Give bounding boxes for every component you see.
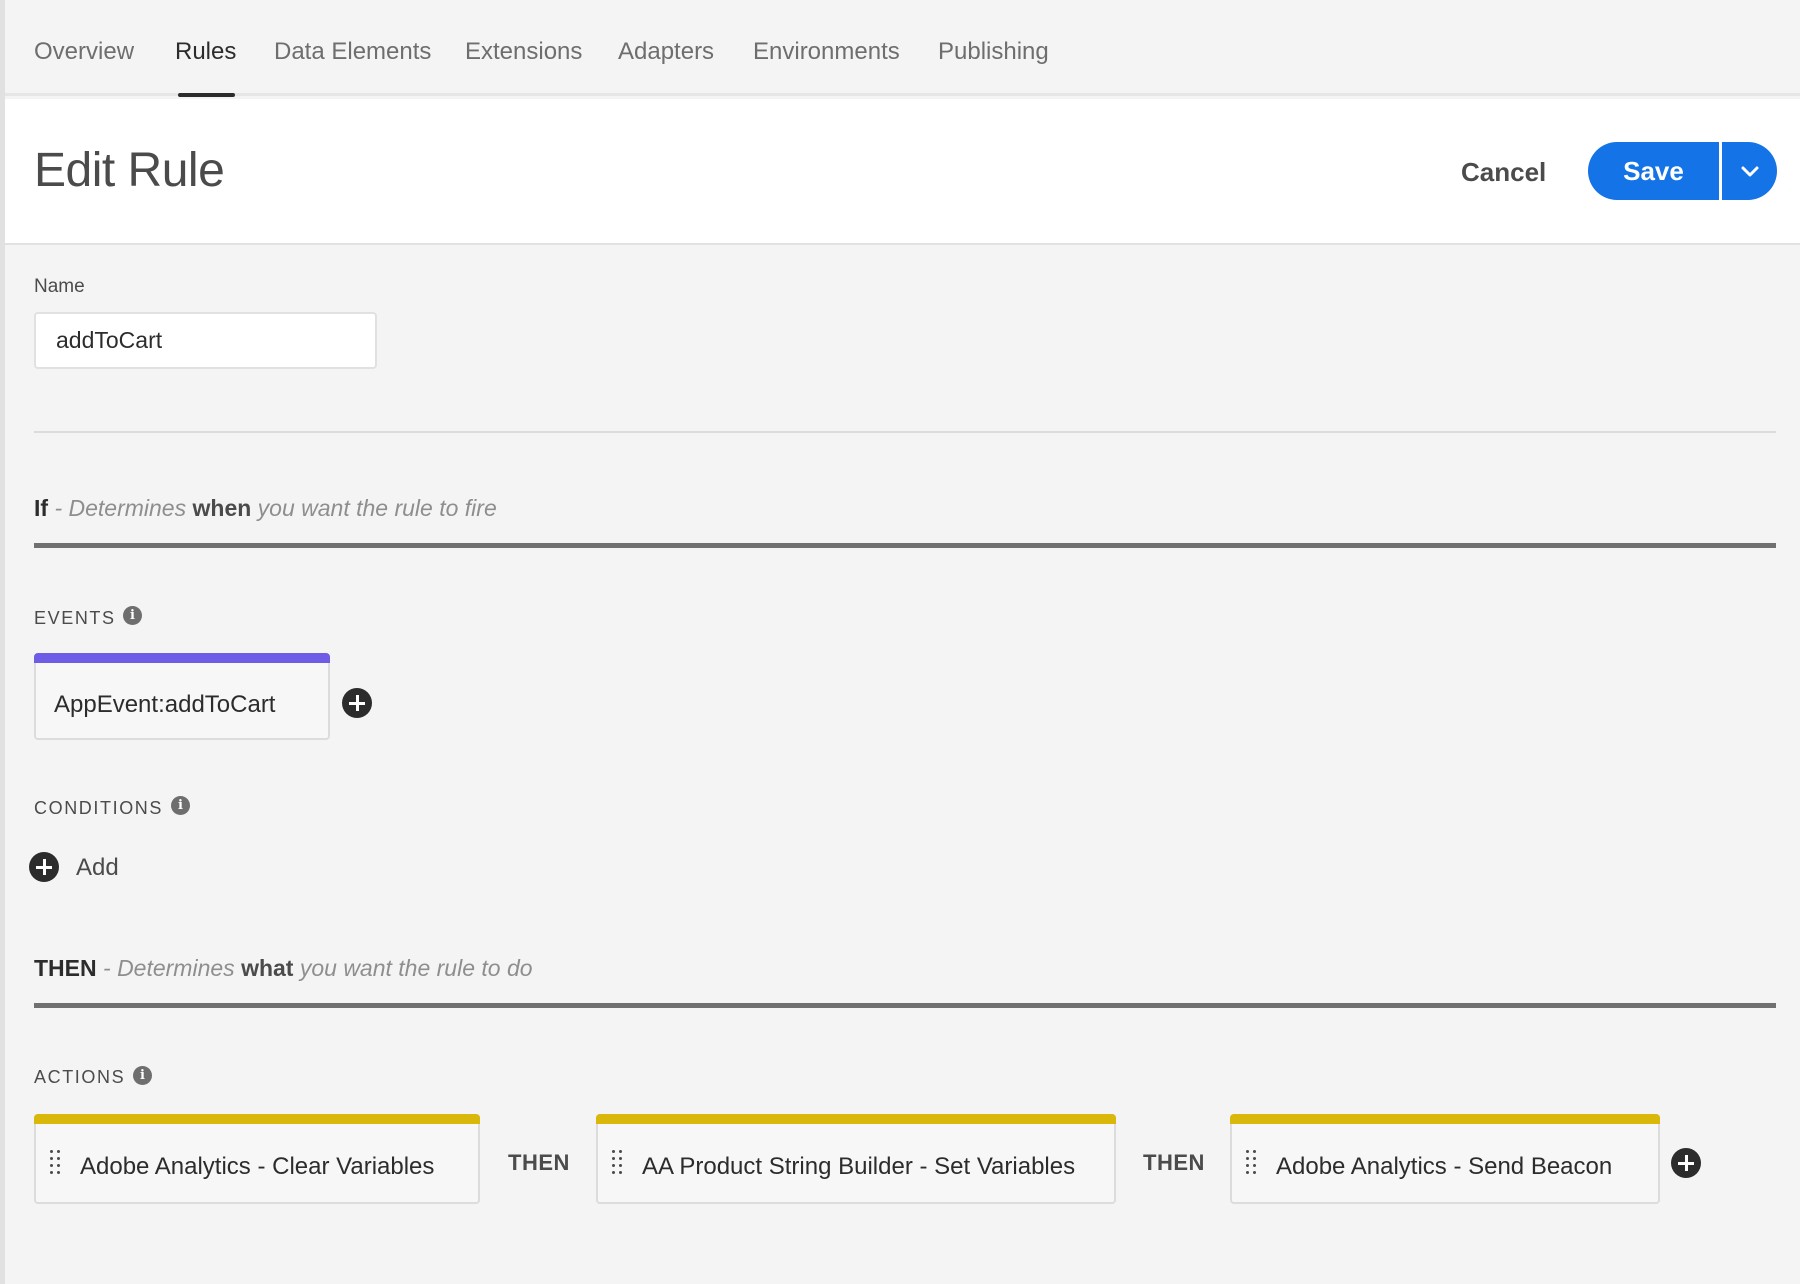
then-desc-suffix: you want the rule to do	[293, 955, 533, 981]
action-card-label: AA Product String Builder - Set Variable…	[642, 1153, 1076, 1180]
active-tab-indicator	[178, 93, 235, 97]
tab-overview[interactable]: Overview	[34, 38, 134, 66]
if-keyword: If	[34, 495, 49, 521]
tab-publishing[interactable]: Publishing	[938, 38, 1049, 66]
action-card-label: Adobe Analytics - Send Beacon	[1276, 1153, 1613, 1180]
tab-extensions[interactable]: Extensions	[465, 38, 582, 66]
then-section-rule	[34, 1003, 1776, 1008]
divider	[34, 431, 1776, 433]
then-desc-emphasis: what	[241, 955, 294, 981]
then-keyword: THEN	[34, 955, 97, 981]
then-section-heading: THEN - Determines what you want the rule…	[34, 955, 533, 982]
if-desc-suffix: you want the rule to fire	[251, 495, 497, 521]
drag-handle-icon[interactable]	[1246, 1150, 1258, 1180]
then-connector: THEN	[1143, 1150, 1205, 1175]
add-condition-icon[interactable]	[29, 852, 59, 882]
drag-handle-icon[interactable]	[50, 1150, 62, 1180]
conditions-info-icon[interactable]: i	[171, 796, 190, 815]
action-card-bar	[34, 1114, 480, 1124]
drag-handle-icon[interactable]	[612, 1150, 624, 1180]
if-section-rule	[34, 543, 1776, 548]
rule-name-input[interactable]: addToCart	[34, 312, 377, 369]
page-header: Edit Rule Cancel Save	[5, 99, 1800, 245]
tab-data-elements[interactable]: Data Elements	[274, 38, 431, 66]
tab-rules[interactable]: Rules	[175, 38, 236, 66]
actions-heading: ACTIONS	[34, 1067, 126, 1087]
actions-info-icon[interactable]: i	[133, 1066, 152, 1085]
if-section-heading: If - Determines when you want the rule t…	[34, 495, 497, 522]
add-condition-button[interactable]: Add	[76, 854, 119, 882]
events-heading: EVENTS	[34, 608, 116, 628]
action-card-label: Adobe Analytics - Clear Variables	[80, 1153, 435, 1180]
event-card[interactable]: AppEvent:addToCart	[34, 653, 330, 740]
if-desc-prefix: - Determines	[48, 495, 193, 521]
tab-adapters[interactable]: Adapters	[618, 38, 714, 66]
conditions-heading: CONDITIONS	[34, 798, 164, 818]
if-desc-emphasis: when	[192, 495, 252, 521]
cancel-button[interactable]: Cancel	[1461, 157, 1546, 188]
then-desc-prefix: - Determines	[96, 955, 242, 981]
event-card-bar	[34, 653, 330, 663]
name-label: Name	[34, 276, 85, 297]
chevron-down-icon	[1741, 166, 1759, 177]
tab-environments[interactable]: Environments	[753, 38, 900, 66]
save-options-button[interactable]	[1722, 142, 1777, 200]
add-action-icon[interactable]	[1671, 1148, 1701, 1178]
page-title: Edit Rule	[34, 144, 225, 197]
action-card-bar	[596, 1114, 1116, 1124]
then-connector: THEN	[508, 1150, 570, 1175]
action-card[interactable]: Adobe Analytics - Send Beacon	[1230, 1114, 1660, 1204]
action-card-bar	[1230, 1114, 1660, 1124]
event-card-label: AppEvent:addToCart	[54, 691, 276, 718]
add-event-icon[interactable]	[342, 688, 372, 718]
action-card[interactable]: AA Product String Builder - Set Variable…	[596, 1114, 1116, 1204]
top-nav: Overview Rules Data Elements Extensions …	[5, 0, 1800, 97]
save-button[interactable]: Save	[1588, 142, 1719, 200]
action-card[interactable]: Adobe Analytics - Clear Variables	[34, 1114, 480, 1204]
events-info-icon[interactable]: i	[123, 606, 142, 625]
